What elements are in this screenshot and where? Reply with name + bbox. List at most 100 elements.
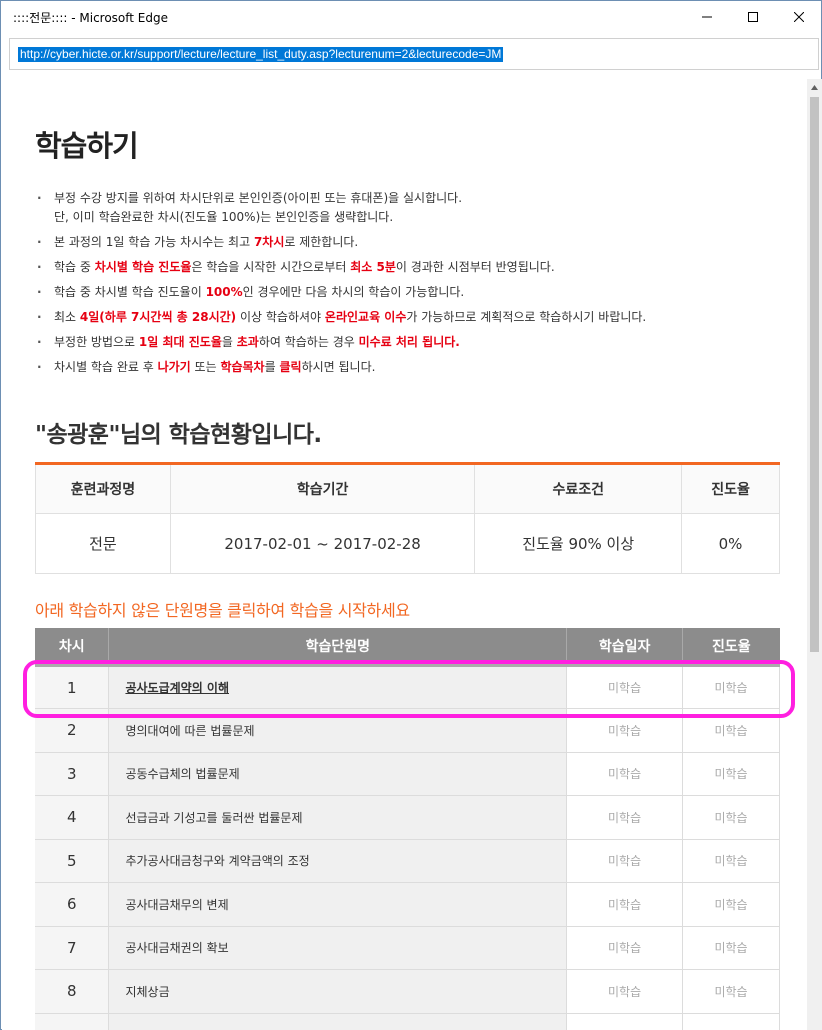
unit-study-date: 미학습 — [566, 882, 684, 927]
window-title: ::::전문:::: - Microsoft Edge — [13, 11, 169, 25]
unit-header-row: 차시 학습단원명 학습일자 진도율 — [35, 628, 780, 667]
page-title: 학습하기 — [35, 129, 139, 163]
status-heading: "송광훈"님의 학습현황입니다. — [35, 422, 322, 448]
unit-progress: 미학습 — [682, 969, 780, 1014]
notice-item: 부정한 방법으로 1일 최대 진도율을 초과하여 학습하는 경우 미수료 처리 … — [35, 333, 780, 352]
unit-progress-text: 미학습 — [714, 984, 748, 999]
unit-study-date: 미학습 — [566, 708, 684, 753]
browser-window: ::::전문:::: - Microsoft Edge http://cyber… — [0, 0, 822, 1030]
notice-list: 부정 수강 방지를 위하여 차시단위로 본인인증(아이핀 또는 휴대폰)을 실시… — [35, 189, 780, 383]
unit-name-link-text[interactable]: 지체상금 — [125, 985, 169, 999]
notice-text: 또는 — [190, 360, 221, 374]
unit-number-text: 2 — [66, 721, 77, 740]
notice-item: 부정 수강 방지를 위하여 차시단위로 본인인증(아이핀 또는 휴대폰)을 실시… — [35, 189, 780, 227]
unit-progress: 미학습 — [682, 665, 780, 709]
summary-header-cell: 진도율 — [681, 463, 780, 514]
unit-progress: 미학습 — [682, 839, 780, 883]
notice-emphasis: 클릭 — [279, 360, 302, 374]
notice-item: 차시별 학습 완료 후 나가기 또는 학습목차를 클릭하시면 됩니다. — [35, 358, 780, 377]
unit-study-date: 미학습 — [566, 926, 684, 970]
unit-name-link[interactable] — [108, 1013, 568, 1030]
unit-study-date: 미학습 — [566, 795, 684, 840]
unit-number — [35, 1013, 110, 1030]
scroll-up-button[interactable] — [807, 79, 822, 96]
unit-name-link-text[interactable]: 선급금과 기성고를 둘러싼 법률문제 — [125, 811, 302, 825]
notice-emphasis: 온라인교육 이수 — [324, 310, 407, 324]
unit-row: 2 명의대여에 따른 법률문제 미학습 미학습 — [35, 708, 780, 753]
unit-study-date: 미학습 — [566, 665, 684, 709]
unit-name-link[interactable]: 선급금과 기성고를 둘러싼 법률문제 — [108, 795, 568, 840]
unit-study-date-text: 미학습 — [608, 941, 642, 956]
unit-study-date-text: 미학습 — [608, 810, 642, 825]
unit-number-text: 4 — [66, 808, 77, 827]
unit-name-link-text[interactable]: 공사도급계약의 이해 — [125, 681, 229, 695]
notice-text: 최소 — [54, 310, 80, 324]
notice-text: 인 경우에만 다음 차시의 학습이 가능합니다. — [242, 285, 465, 299]
notice-text: 본 과정의 1일 학습 가능 차시수는 최고 — [54, 235, 254, 249]
unit-table: 차시 학습단원명 학습일자 진도율 1 공사도급계약의 이해 미학습 미학습 2 명의대여… — [35, 628, 780, 1030]
notice-text: 학습 중 차시별 학습 진도율이 — [54, 285, 206, 299]
notice-item: 학습 중 차시별 학습 진도율은 학습을 시작한 시간으로부터 최소 5분이 경… — [35, 258, 780, 277]
unit-name-link[interactable]: 공사대금채권의 확보 — [108, 926, 568, 970]
unit-header-cell: 학습일자 — [566, 628, 684, 667]
notice-text: 부정 수강 방지를 위하여 차시단위로 본인인증(아이핀 또는 휴대폰)을 실시… — [54, 191, 463, 205]
unit-name-link-text[interactable]: 추가공사대금청구와 계약금액의 조정 — [125, 854, 309, 868]
url-text[interactable]: http://cyber.hicte.or.kr/support/lecture… — [18, 47, 504, 62]
close-button[interactable] — [776, 1, 822, 32]
unit-number: 2 — [35, 708, 110, 753]
unit-progress-text: 미학습 — [714, 767, 748, 782]
minimize-button[interactable] — [684, 1, 730, 32]
unit-name-link[interactable]: 추가공사대금청구와 계약금액의 조정 — [108, 839, 568, 883]
unit-name-link-text[interactable]: 공사대금채무의 변제 — [125, 898, 228, 912]
unit-name-link[interactable]: 지체상금 — [108, 969, 568, 1014]
unit-progress: 미학습 — [682, 708, 780, 753]
unit-study-date: 미학습 — [566, 752, 684, 796]
unit-name-link-text[interactable]: 명의대여에 따른 법률문제 — [125, 724, 254, 738]
unit-row: 5 추가공사대금청구와 계약금액의 조정 미학습 미학습 — [35, 839, 780, 883]
unit-progress — [682, 1013, 780, 1030]
unit-row: 4 선급금과 기성고를 둘러싼 법률문제 미학습 미학습 — [35, 795, 780, 840]
unit-study-date-text: 미학습 — [608, 897, 642, 912]
notice-emphasis: 100% — [205, 285, 243, 299]
unit-number: 6 — [35, 882, 110, 927]
notice-text: 를 — [264, 360, 280, 374]
notice-emphasis: 학습목차 — [220, 360, 265, 374]
unit-study-date: 미학습 — [566, 839, 684, 883]
unit-name-link-text[interactable]: 공사대금채권의 확보 — [125, 941, 228, 955]
unit-number: 4 — [35, 795, 110, 840]
unit-header-cell: 진도율 — [682, 628, 780, 667]
unit-progress-text: 미학습 — [714, 941, 748, 956]
notice-emphasis: 차시별 학습 진도율 — [94, 260, 192, 274]
arrow-up-icon — [811, 85, 818, 90]
unit-number: 8 — [35, 969, 110, 1014]
notice-emphasis: 4일(하루 7시간씩 총 28시간) — [79, 310, 237, 324]
unit-name-link-text[interactable]: 공동수급체의 법률문제 — [125, 767, 239, 781]
maximize-icon — [748, 11, 758, 22]
unit-name-link[interactable]: 공동수급체의 법률문제 — [108, 752, 568, 796]
notice-emphasis: 1일 최대 진도율 — [138, 335, 222, 349]
unit-progress-text: 미학습 — [714, 723, 748, 738]
unit-header-cell: 차시 — [35, 628, 110, 667]
notice-emphasis: 7차시 — [253, 235, 285, 249]
unit-name-link[interactable]: 공사도급계약의 이해 — [108, 665, 568, 709]
unit-row — [35, 1013, 780, 1030]
summary-header-row: 훈련과정명 학습기간 수료조건 진도율 — [35, 463, 780, 514]
scroll-thumb[interactable] — [810, 97, 819, 652]
unit-number-text: 1 — [66, 678, 77, 697]
notice-text: 부정한 방법으로 — [54, 335, 139, 349]
unit-progress-text: 미학습 — [714, 854, 748, 869]
notice-item: 최소 4일(하루 7시간씩 총 28시간) 이상 학습하셔야 온라인교육 이수가… — [35, 308, 780, 327]
notice-item: 학습 중 차시별 학습 진도율이 100%인 경우에만 다음 차시의 학습이 가… — [35, 283, 780, 302]
summary-header-cell: 수료조건 — [474, 463, 683, 514]
unit-name-link[interactable]: 공사대금채무의 변제 — [108, 882, 568, 927]
vertical-scrollbar[interactable] — [807, 79, 822, 1030]
completion-condition: 진도율 90% 이상 — [474, 513, 683, 574]
unit-study-date: 미학습 — [566, 969, 684, 1014]
unit-number-text: 7 — [66, 938, 77, 957]
unit-number: 5 — [35, 839, 110, 883]
maximize-button[interactable] — [730, 1, 776, 32]
address-bar[interactable]: http://cyber.hicte.or.kr/support/lecture… — [9, 38, 819, 70]
unit-name-link[interactable]: 명의대여에 따른 법률문제 — [108, 708, 568, 753]
instruction-text: 아래 학습하지 않은 단원명을 클릭하여 학습을 시작하세요 — [35, 601, 410, 620]
title-bar: ::::전문:::: - Microsoft Edge — [1, 1, 821, 32]
